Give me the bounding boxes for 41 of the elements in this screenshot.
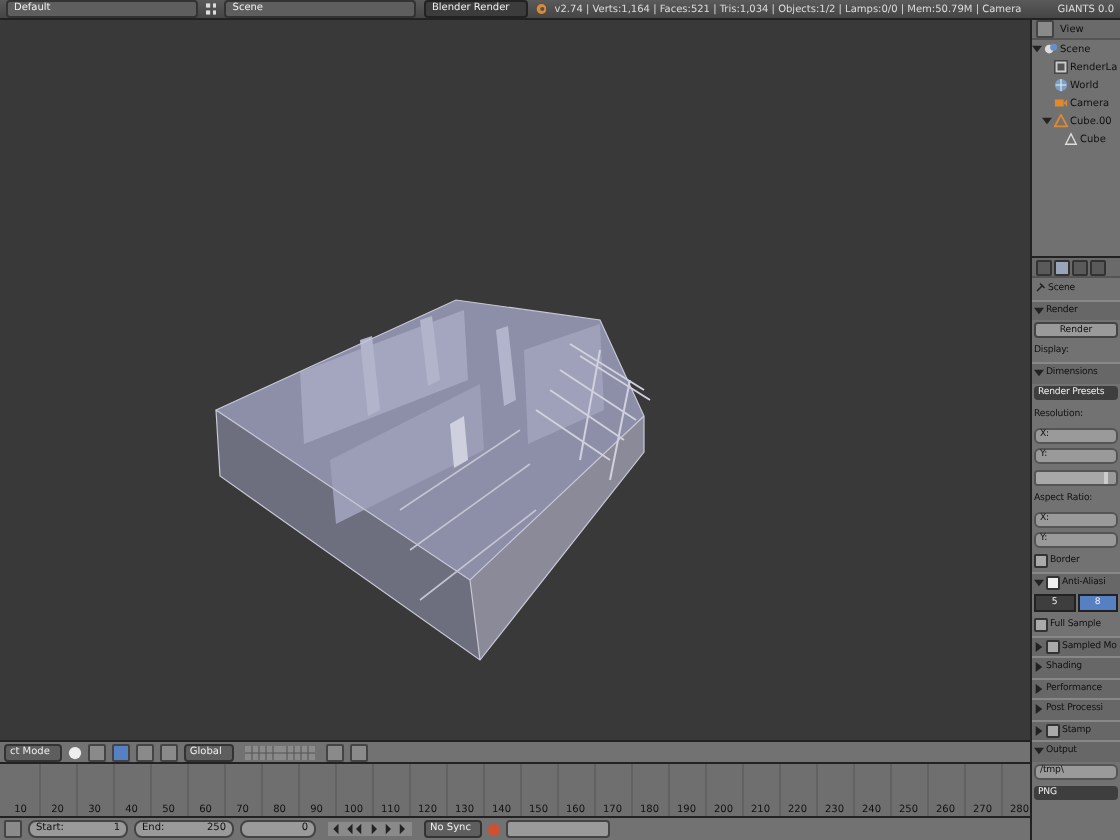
disclosure-triangle-icon[interactable] (1034, 725, 1044, 736)
percentage-slider[interactable] (1034, 469, 1118, 486)
camera-icon (1054, 96, 1068, 110)
pivot-button[interactable] (87, 743, 106, 761)
render-preview-button[interactable] (349, 743, 368, 761)
mesh-icon (1064, 132, 1078, 146)
view-menu-button[interactable] (4, 820, 22, 838)
checkbox[interactable] (1034, 554, 1048, 569)
logo-icon (535, 2, 547, 16)
disclosure-triangle-icon[interactable] (1034, 704, 1044, 715)
translate-button[interactable] (135, 743, 154, 761)
editor-type-button[interactable] (1036, 20, 1054, 38)
manipulator-button[interactable] (111, 743, 130, 761)
disclosure-triangle-icon[interactable] (1032, 44, 1042, 54)
render-tab[interactable] (1036, 259, 1052, 275)
disclosure-triangle-icon[interactable] (1034, 305, 1044, 316)
disclosure-triangle-icon[interactable] (1034, 641, 1044, 652)
scene-icon (1044, 42, 1058, 56)
lock-button[interactable] (325, 743, 344, 761)
disclosure-triangle-icon[interactable] (1034, 662, 1044, 673)
disclosure-triangle-icon[interactable] (1042, 116, 1052, 126)
sphere-icon[interactable] (67, 745, 82, 759)
grid-icon[interactable] (205, 2, 217, 16)
disclosure-triangle-icon[interactable] (1034, 683, 1044, 694)
checkbox[interactable] (1046, 639, 1060, 654)
disclosure-triangle-icon[interactable] (1034, 578, 1044, 589)
checkbox[interactable] (1046, 723, 1060, 738)
image-layers-icon (1054, 60, 1068, 74)
disclosure-triangle-icon[interactable] (1034, 746, 1044, 757)
keying-set-field[interactable] (506, 820, 611, 838)
layers-grid-icon[interactable] (239, 745, 320, 759)
checkbox[interactable] (1034, 617, 1048, 632)
world-tab[interactable] (1072, 259, 1088, 275)
checkbox[interactable] (1046, 576, 1060, 591)
triangle-icon (1054, 114, 1068, 128)
scene-tab[interactable] (1054, 259, 1070, 275)
rotate-button[interactable] (159, 743, 178, 761)
globe-icon (1054, 78, 1068, 92)
disclosure-triangle-icon[interactable] (1034, 368, 1044, 379)
object-tab[interactable] (1090, 259, 1106, 275)
playback-controls-icon[interactable] (322, 822, 418, 836)
